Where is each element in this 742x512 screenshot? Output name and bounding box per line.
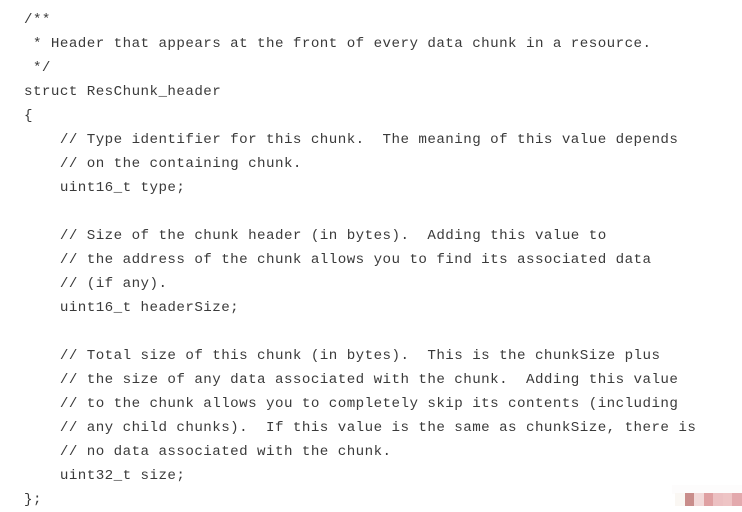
color-swatch bbox=[732, 493, 742, 506]
color-swatch bbox=[675, 493, 685, 506]
code-line: struct ResChunk_header bbox=[24, 84, 222, 100]
code-line: // no data associated with the chunk. bbox=[24, 444, 392, 460]
code-line: * Header that appears at the front of ev… bbox=[24, 36, 652, 52]
color-swatch bbox=[713, 493, 723, 506]
color-swatch bbox=[722, 493, 733, 506]
code-line: uint32_t size; bbox=[24, 468, 186, 484]
code-line: // Type identifier for this chunk. The m… bbox=[24, 132, 679, 148]
document-page: /** * Header that appears at the front o… bbox=[0, 0, 742, 510]
code-line: uint16_t headerSize; bbox=[24, 300, 240, 316]
code-line: // the address of the chunk allows you t… bbox=[24, 252, 652, 268]
code-listing: /** * Header that appears at the front o… bbox=[24, 8, 724, 512]
code-line: // to the chunk allows you to completely… bbox=[24, 396, 679, 412]
color-swatch bbox=[703, 493, 714, 506]
code-line: // on the containing chunk. bbox=[24, 156, 302, 172]
code-line: // (if any). bbox=[24, 276, 168, 292]
color-swatch bbox=[684, 493, 695, 506]
code-line: // Total size of this chunk (in bytes). … bbox=[24, 348, 661, 364]
color-swatch bbox=[694, 493, 704, 506]
code-line: { bbox=[24, 108, 33, 124]
code-line: // the size of any data associated with … bbox=[24, 372, 679, 388]
code-line: uint16_t type; bbox=[24, 180, 186, 196]
color-calibration-strip bbox=[675, 493, 742, 506]
code-line: // Size of the chunk header (in bytes). … bbox=[24, 228, 607, 244]
code-line: */ bbox=[24, 60, 51, 76]
code-line: // any child chunks). If this value is t… bbox=[24, 420, 697, 436]
code-line: /** bbox=[24, 12, 51, 28]
code-line: }; bbox=[24, 492, 42, 508]
